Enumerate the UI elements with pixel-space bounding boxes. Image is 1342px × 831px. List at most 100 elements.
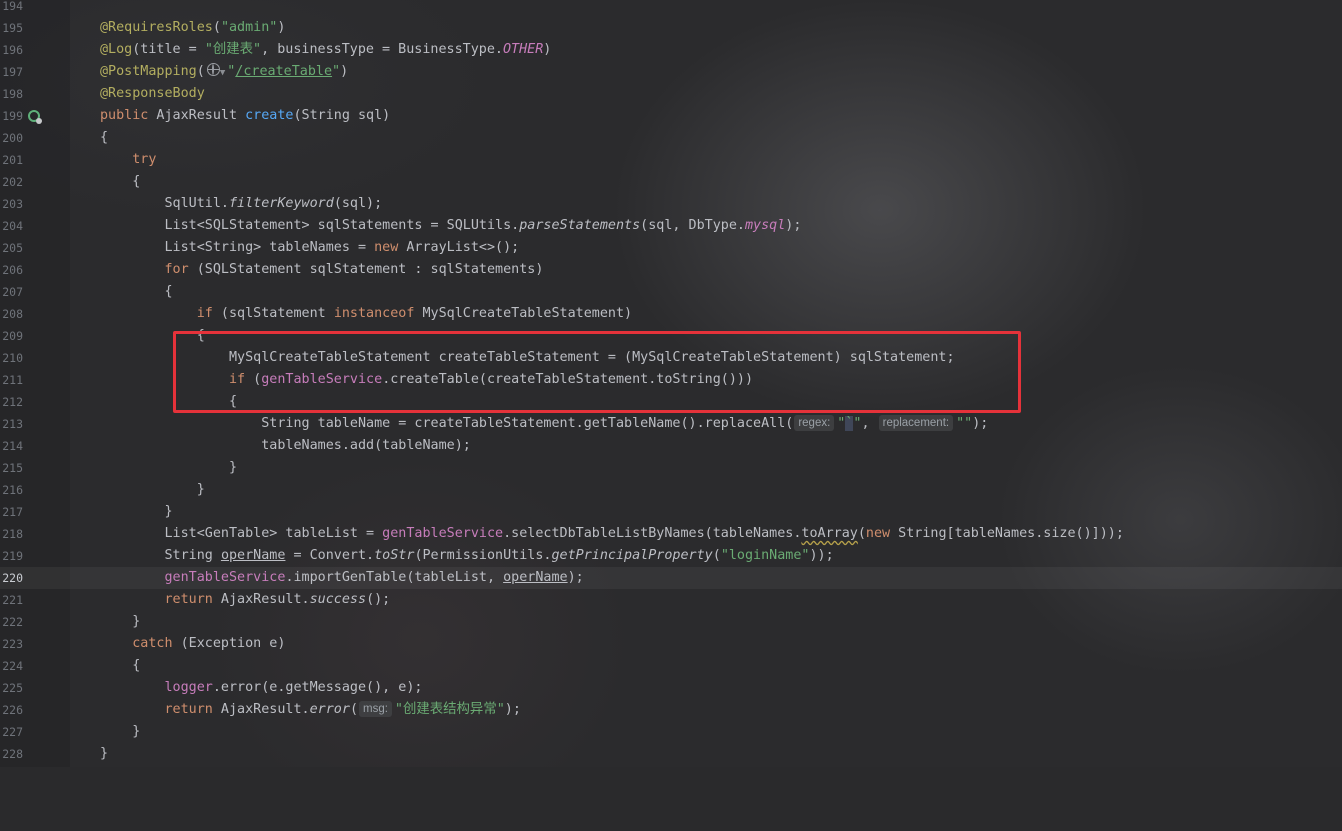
code-line: 200 {	[0, 127, 1342, 149]
line-number: 198	[2, 87, 23, 101]
code-line: 221 return AjaxResult.success();	[0, 589, 1342, 611]
code-text[interactable]: @ResponseBody	[100, 83, 205, 105]
code-text[interactable]: }	[100, 743, 108, 765]
code-text[interactable]: @RequiresRoles("admin")	[100, 17, 285, 39]
line-number: 211	[2, 373, 23, 387]
line-number: 214	[2, 439, 23, 453]
code-text[interactable]: if (sqlStatement instanceof MySqlCreateT…	[100, 303, 632, 325]
param-hint-replacement: replacement:	[878, 415, 954, 431]
code-text[interactable]: SqlUtil.filterKeyword(sql);	[100, 193, 382, 215]
code-line: 201 try	[0, 149, 1342, 171]
code-line: 216 }	[0, 479, 1342, 501]
code-text[interactable]: {	[100, 655, 140, 677]
line-number: 194	[2, 0, 23, 13]
line-number: 222	[2, 615, 23, 629]
code-text[interactable]: catch (Exception e)	[100, 633, 285, 655]
code-line: 219 String operName = Convert.toStr(Perm…	[0, 545, 1342, 567]
code-text[interactable]: @PostMapping(▼ "/createTable")	[100, 61, 348, 84]
code-line: 202 {	[0, 171, 1342, 193]
line-number: 212	[2, 395, 23, 409]
line-number: 226	[2, 703, 23, 717]
code-text[interactable]: public AjaxResult create(String sql)	[100, 105, 390, 127]
code-text[interactable]: {	[100, 127, 108, 149]
code-text[interactable]: for (SQLStatement sqlStatement : sqlStat…	[100, 259, 544, 281]
code-line: 208 if (sqlStatement instanceof MySqlCre…	[0, 303, 1342, 325]
chevron-down-icon[interactable]: ▼	[220, 68, 225, 78]
code-text[interactable]: return AjaxResult.error(msg: "创建表结构异常");	[100, 699, 521, 721]
line-number: 213	[2, 417, 23, 431]
code-line: 206 for (SQLStatement sqlStatement : sql…	[0, 259, 1342, 281]
globe-icon[interactable]	[206, 63, 220, 76]
code-line: 195 @RequiresRoles("admin")	[0, 17, 1342, 39]
line-number: 215	[2, 461, 23, 475]
line-number: 221	[2, 593, 23, 607]
code-text[interactable]: List<String> tableNames = new ArrayList<…	[100, 237, 519, 259]
code-line: 213 String tableName = createTableStatem…	[0, 413, 1342, 435]
code-line: 226 return AjaxResult.error(msg: "创建表结构异常…	[0, 699, 1342, 721]
line-number: 207	[2, 285, 23, 299]
line-number: 220	[2, 571, 23, 585]
param-hint-msg: msg:	[359, 701, 392, 717]
line-number: 201	[2, 153, 23, 167]
code-line: 204 List<SQLStatement> sqlStatements = S…	[0, 215, 1342, 237]
code-line: 215 }	[0, 457, 1342, 479]
code-text[interactable]: {	[100, 171, 140, 193]
code-line: 207 {	[0, 281, 1342, 303]
line-number: 228	[2, 747, 23, 761]
line-number: 224	[2, 659, 23, 673]
code-line-current: 220 genTableService.importGenTable(table…	[0, 567, 1342, 589]
code-line: 196 @Log(title = "创建表", businessType = B…	[0, 39, 1342, 61]
code-line: 194	[0, 0, 1342, 17]
code-line: 225 logger.error(e.getMessage(), e);	[0, 677, 1342, 699]
code-line: 214 tableNames.add(tableName);	[0, 435, 1342, 457]
code-line: 199 public AjaxResult create(String sql)	[0, 105, 1342, 127]
code-line: 203 SqlUtil.filterKeyword(sql);	[0, 193, 1342, 215]
code-line: 223 catch (Exception e)	[0, 633, 1342, 655]
line-number: 209	[2, 329, 23, 343]
code-text[interactable]: String operName = Convert.toStr(Permissi…	[100, 545, 833, 567]
code-text[interactable]: try	[100, 149, 156, 171]
line-number: 210	[2, 351, 23, 365]
code-text[interactable]: }	[100, 501, 172, 523]
code-text[interactable]: List<SQLStatement> sqlStatements = SQLUt…	[100, 215, 801, 237]
code-line: 205 List<String> tableNames = new ArrayL…	[0, 237, 1342, 259]
line-number: 208	[2, 307, 23, 321]
code-text[interactable]: }	[100, 479, 205, 501]
code-text[interactable]: genTableService.importGenTable(tableList…	[100, 567, 584, 589]
line-number: 216	[2, 483, 23, 497]
line-number: 205	[2, 241, 23, 255]
highlight-annotation-box	[173, 331, 1021, 413]
code-text[interactable]: List<GenTable> tableList = genTableServi…	[100, 523, 1123, 545]
code-line: 227 }	[0, 721, 1342, 743]
line-number: 206	[2, 263, 23, 277]
code-text[interactable]: logger.error(e.getMessage(), e);	[100, 677, 423, 699]
line-number: 196	[2, 43, 23, 57]
code-line: 222 }	[0, 611, 1342, 633]
code-text[interactable]: @Log(title = "创建表", businessType = Busin…	[100, 39, 551, 61]
code-line: 217 }	[0, 501, 1342, 523]
code-line: 218 List<GenTable> tableList = genTableS…	[0, 523, 1342, 545]
code-line: 228 }	[0, 743, 1342, 765]
code-text[interactable]: }	[100, 721, 140, 743]
line-number: 219	[2, 549, 23, 563]
line-number: 195	[2, 21, 23, 35]
code-text[interactable]: tableNames.add(tableName);	[100, 435, 471, 457]
line-number: 203	[2, 197, 23, 211]
line-number: 204	[2, 219, 23, 233]
line-number: 225	[2, 681, 23, 695]
code-line: 198 @ResponseBody	[0, 83, 1342, 105]
code-text[interactable]: }	[100, 611, 140, 633]
line-number: 200	[2, 131, 23, 145]
line-number: 217	[2, 505, 23, 519]
line-number: 199	[2, 109, 23, 123]
code-line: 224 {	[0, 655, 1342, 677]
code-text[interactable]: {	[100, 281, 172, 303]
line-number: 227	[2, 725, 23, 739]
line-number: 202	[2, 175, 23, 189]
code-text[interactable]: return AjaxResult.success();	[100, 589, 391, 611]
param-hint-regex: regex:	[794, 415, 835, 431]
line-number: 197	[2, 65, 23, 79]
code-text[interactable]: }	[100, 457, 237, 479]
line-number: 218	[2, 527, 23, 541]
code-text[interactable]: String tableName = createTableStatement.…	[100, 413, 988, 435]
